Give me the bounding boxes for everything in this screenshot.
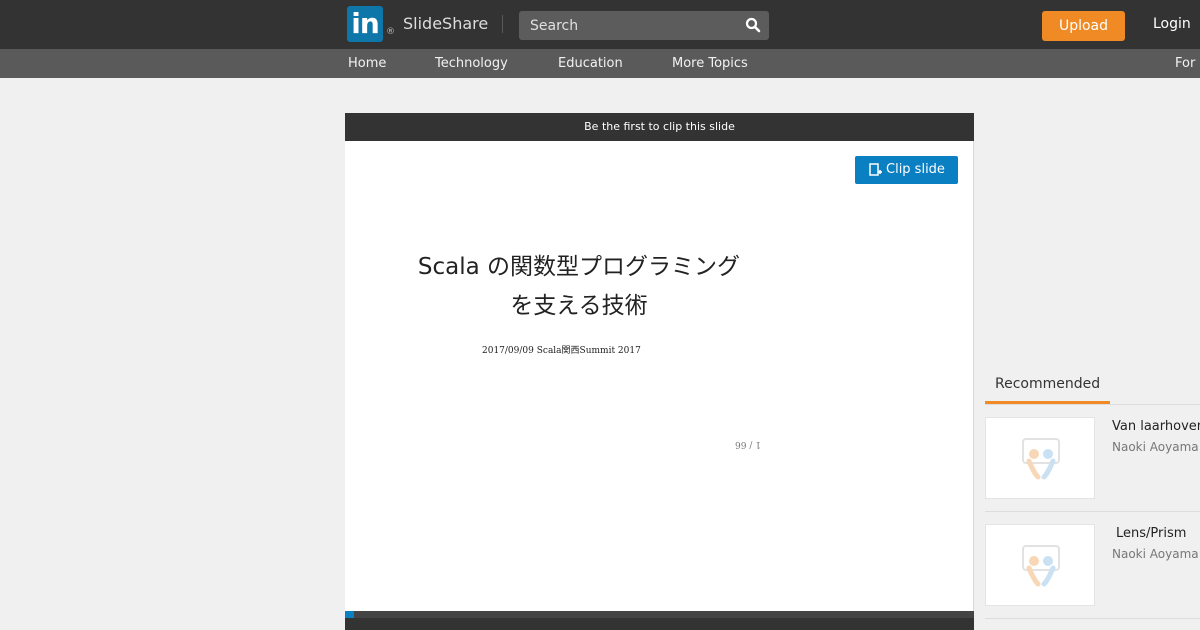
slide-title-line2: を支える技術 <box>510 293 648 319</box>
login-link[interactable]: Login <box>1153 16 1191 32</box>
brand-name[interactable]: SlideShare <box>403 14 488 33</box>
slide-page-indicator: 1 / 66 <box>735 439 761 449</box>
tab-recommended[interactable]: Recommended <box>985 375 1110 404</box>
slide-title: Scala の関数型プログラミング を支える技術 <box>345 248 765 326</box>
recommended-divider <box>985 618 1200 619</box>
slide-progress-fill <box>345 611 354 618</box>
player-controls <box>345 618 974 630</box>
nav-item-technology[interactable]: Technology <box>435 56 508 71</box>
slideshare-placeholder-icon <box>1022 545 1060 587</box>
recommended-author: Naoki Aoyama <box>1112 440 1199 454</box>
slideshare-placeholder-icon <box>1022 438 1060 480</box>
clip-slide-label: Clip slide <box>886 162 945 177</box>
recommended-divider <box>985 511 1200 512</box>
clip-banner: Be the first to clip this slide <box>345 113 974 141</box>
slide-canvas[interactable]: Clip slide Scala の関数型プログラミング を支える技術 2017… <box>345 141 974 611</box>
nav-item-home[interactable]: Home <box>348 56 386 71</box>
recommended-title[interactable]: Lens/Prism <box>1116 526 1186 541</box>
clip-slide-button[interactable]: Clip slide <box>855 156 958 184</box>
recommended-thumbnail[interactable] <box>985 524 1095 606</box>
search-icon[interactable] <box>745 17 761 33</box>
clip-icon <box>869 163 882 176</box>
category-nav: Home Technology Education More Topics Fo… <box>0 49 1200 78</box>
recommended-item[interactable]: Lens/Prism Naoki Aoyama <box>985 524 1200 630</box>
slide-subtitle: 2017/09/09 Scala関西Summit 2017 <box>482 346 641 356</box>
search-box <box>519 11 769 40</box>
nav-item-for[interactable]: For <box>1175 56 1195 71</box>
search-input[interactable] <box>519 11 741 40</box>
recommended-author: Naoki Aoyama <box>1112 547 1199 561</box>
recommended-thumbnail[interactable] <box>985 417 1095 499</box>
registered-mark: ® <box>386 27 395 37</box>
nav-item-more-topics[interactable]: More Topics <box>672 56 748 71</box>
linkedin-logo-icon[interactable]: in <box>347 6 383 42</box>
brand-separator <box>502 15 503 33</box>
top-bar: in ® SlideShare Upload Login <box>0 0 1200 49</box>
slide-title-line1: Scala の関数型プログラミング <box>417 254 741 280</box>
recommended-title[interactable]: Van laarhoven <box>1112 419 1200 434</box>
slide-progress-bar[interactable] <box>345 611 974 618</box>
recommended-item[interactable]: Van laarhoven Naoki Aoyama <box>985 417 1200 523</box>
upload-button[interactable]: Upload <box>1042 11 1125 41</box>
nav-item-education[interactable]: Education <box>558 56 623 71</box>
recommended-divider <box>985 404 1200 405</box>
